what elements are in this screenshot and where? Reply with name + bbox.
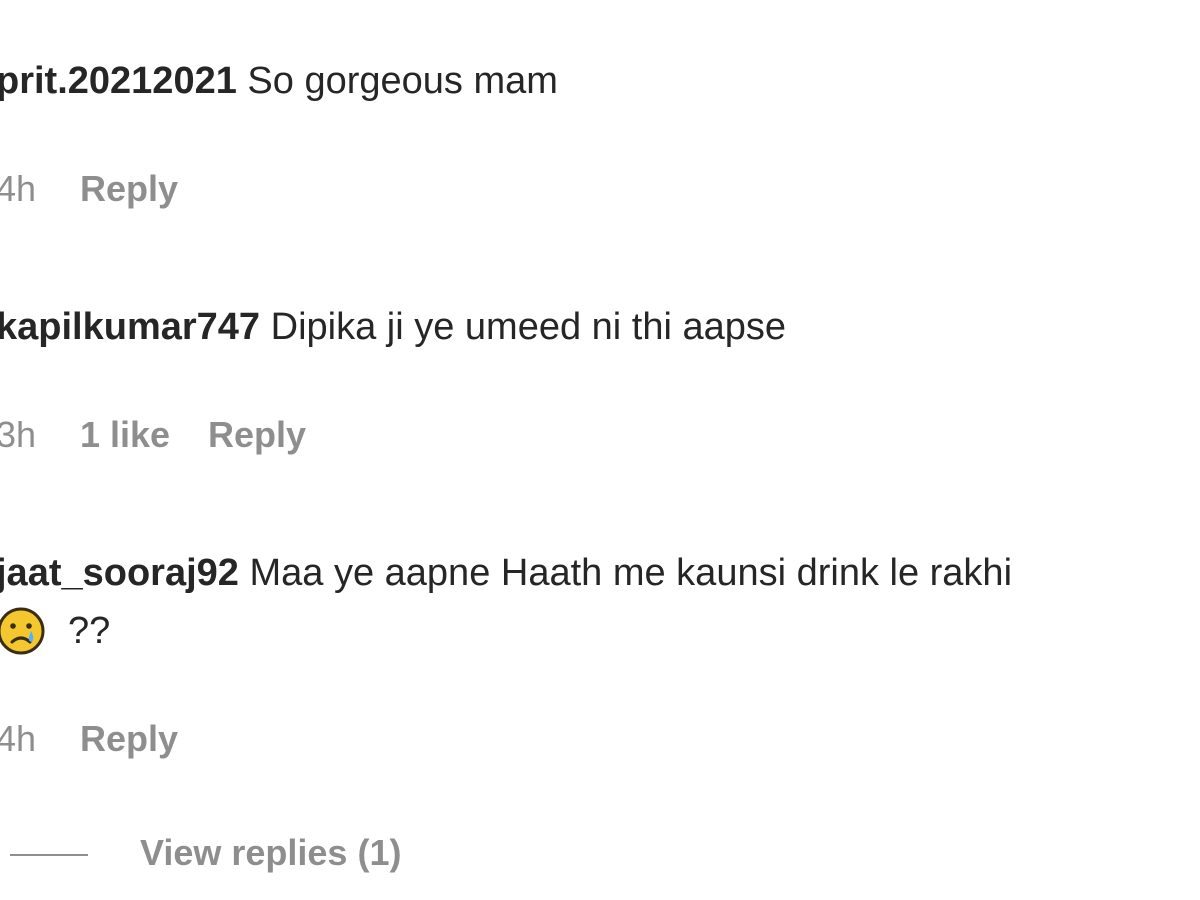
view-replies-divider <box>10 854 88 856</box>
comment-text: So gorgeous mam <box>247 60 558 102</box>
comment-time: 3h <box>0 414 37 455</box>
comment-username[interactable]: prit.20212021 <box>0 60 237 102</box>
reply-button[interactable]: Reply <box>208 414 306 456</box>
comment-2: kapilkumar747 Dipika ji ye umeed ni thi … <box>0 304 786 350</box>
reply-button[interactable]: Reply <box>80 718 178 760</box>
comment-text-continued: ?? <box>0 606 110 656</box>
comment-3: jaat_sooraj92 Maa ye aapne Haath me kaun… <box>0 550 1012 596</box>
likes-count[interactable]: 1 like <box>80 414 170 456</box>
comment-username[interactable]: jaat_sooraj92 <box>0 552 239 594</box>
view-replies-button[interactable]: View replies (1) <box>140 832 401 874</box>
comment-text-line2: ?? <box>68 610 111 652</box>
comment-text: Maa ye aapne Haath me kaunsi drink le ra… <box>249 552 1013 594</box>
comment-time: 4h <box>0 168 37 209</box>
comment-text: Dipika ji ye umeed ni thi aapse <box>270 306 787 348</box>
comment-username[interactable]: kapilkumar747 <box>0 306 260 348</box>
comment-1: prit.20212021 So gorgeous mam <box>0 58 558 104</box>
crying-face-icon <box>0 607 45 655</box>
reply-button[interactable]: Reply <box>80 168 178 210</box>
comment-time: 4h <box>0 718 37 759</box>
